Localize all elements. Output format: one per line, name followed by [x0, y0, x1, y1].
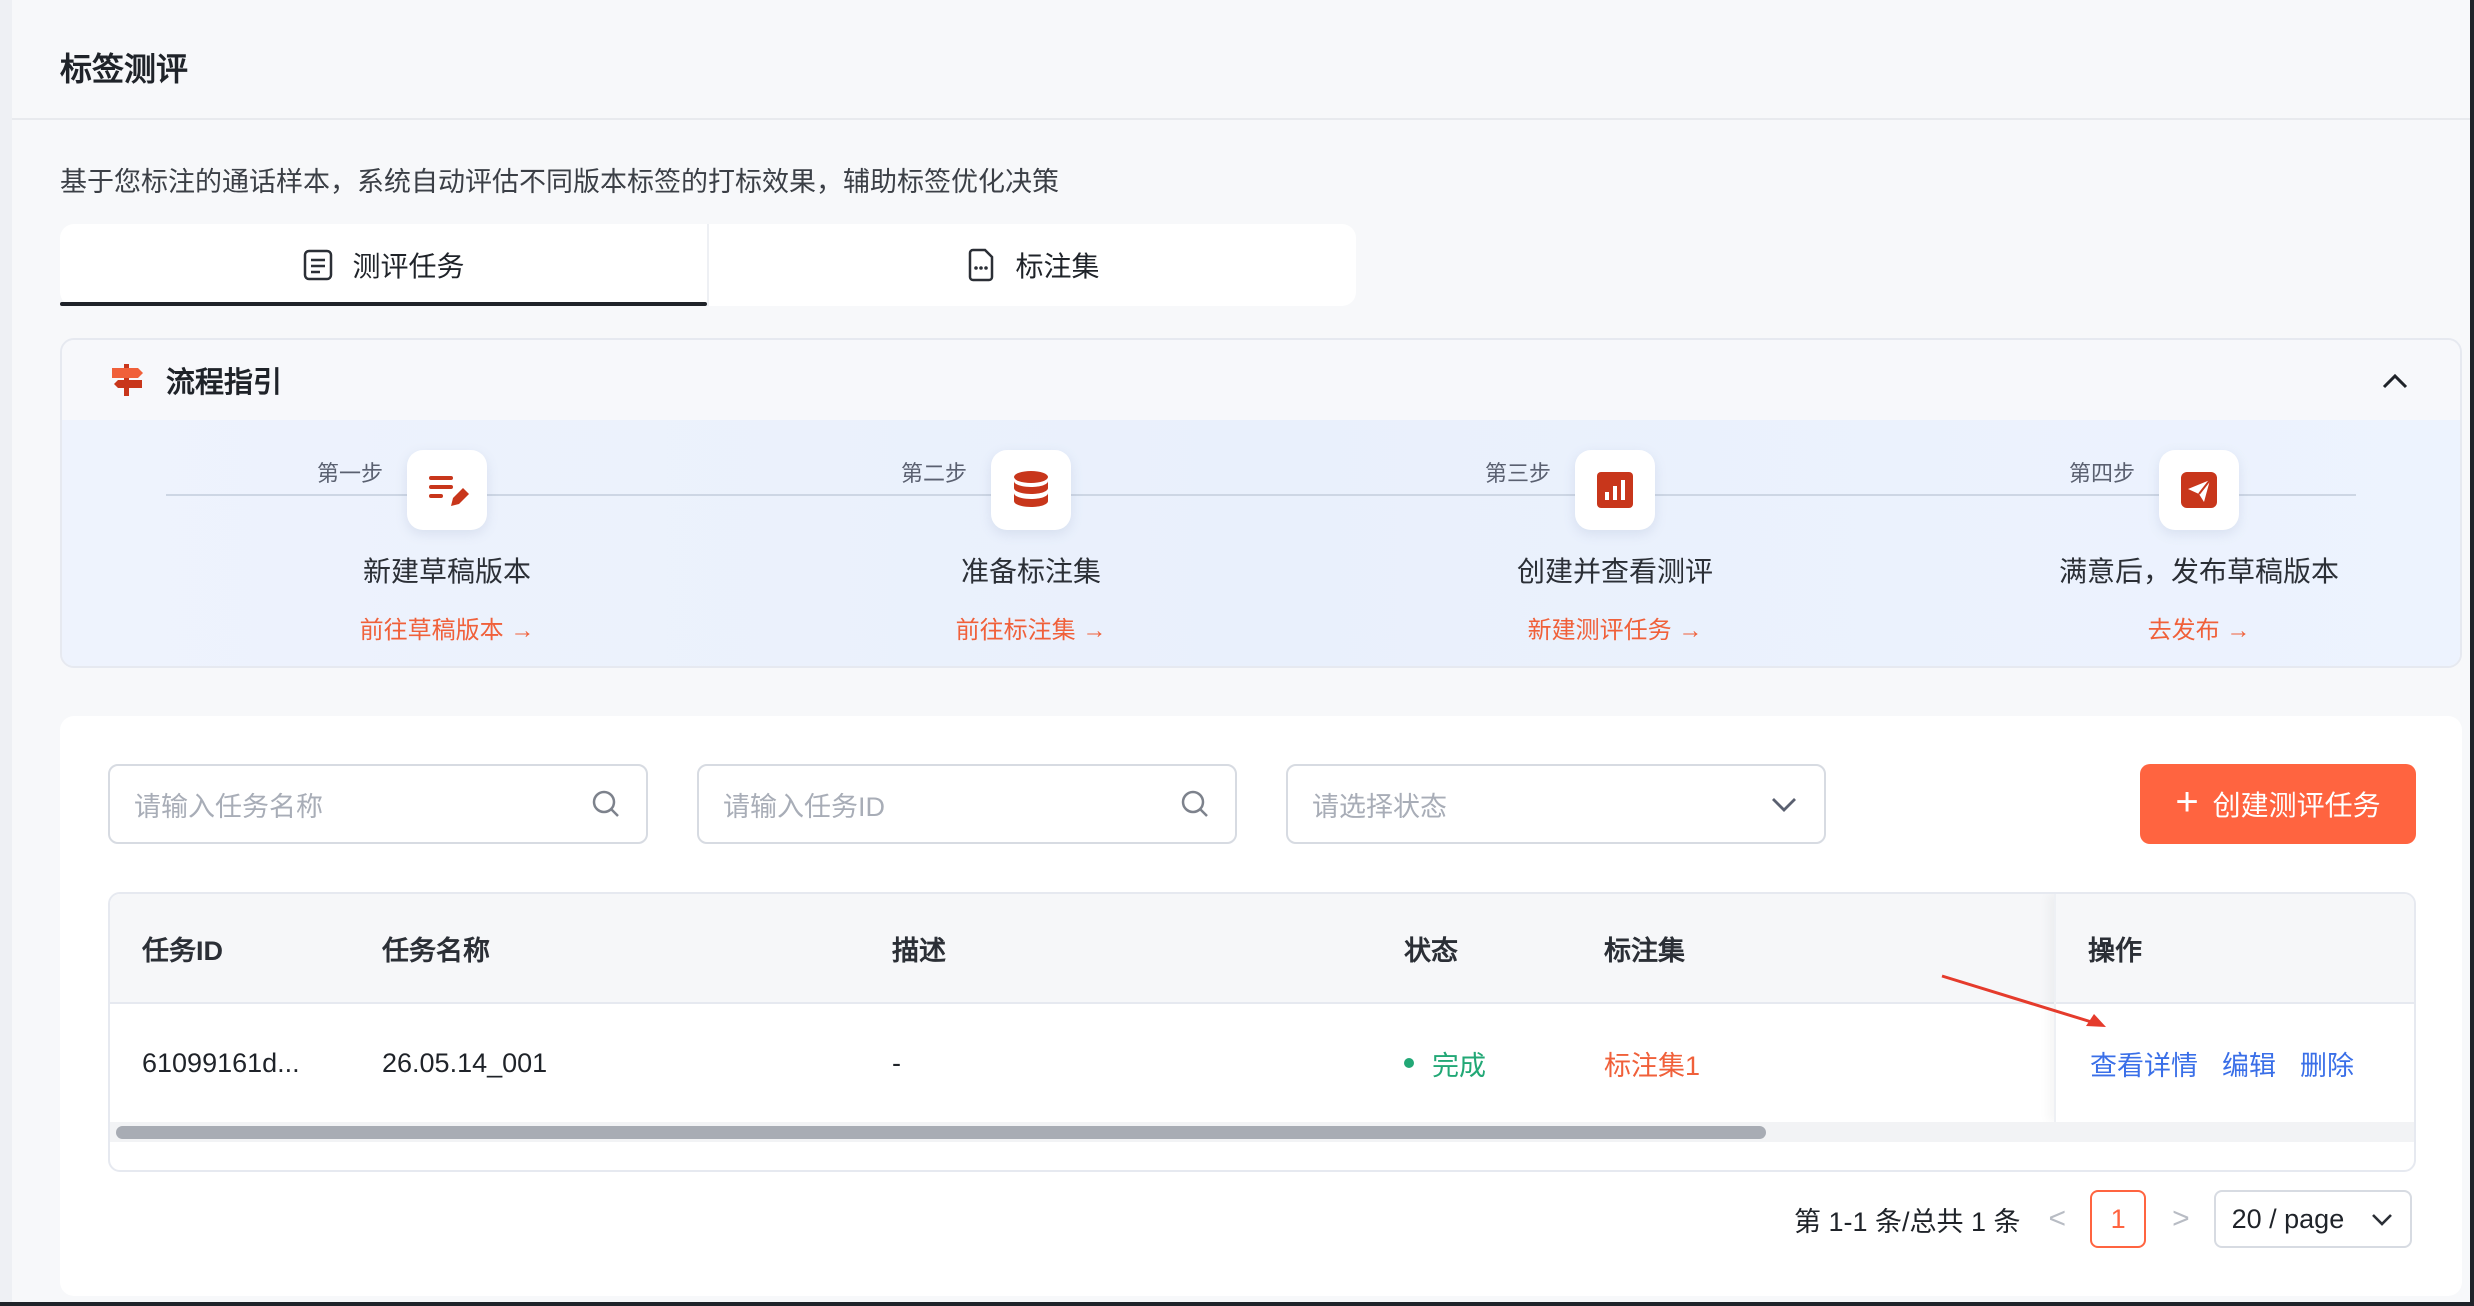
search-icon[interactable]: [590, 788, 622, 820]
chevron-up-icon: [2382, 373, 2408, 389]
page-size-select[interactable]: 20 / page: [2213, 1190, 2412, 1248]
view-details-link[interactable]: 查看详情: [2090, 1044, 2198, 1083]
pagination-summary: 第 1-1 条/总共 1 条: [1794, 1206, 2021, 1237]
tab-bar: 测评任务 标注集: [60, 224, 1356, 306]
col-header-dataset: 标注集: [1604, 935, 1685, 966]
status-cell: 完成: [1404, 1004, 1486, 1122]
page-title: 标签测评: [60, 51, 189, 87]
right-edge: [2470, 0, 2474, 1306]
tab-annotation-sets[interactable]: 标注集: [707, 224, 1356, 306]
file-dots-icon: [965, 248, 997, 282]
col-header-id: 任务ID: [142, 935, 223, 966]
step-link-new-task[interactable]: 新建测评任务 →: [1355, 610, 1875, 645]
horizontal-scrollbar[interactable]: [110, 1122, 2414, 1142]
next-page-button[interactable]: >: [2172, 1202, 2190, 1236]
plus-icon: +: [2175, 780, 2199, 824]
delete-link[interactable]: 删除: [2300, 1044, 2354, 1083]
status-dot-icon: [1404, 1058, 1414, 1068]
status-badge: 完成: [1432, 1050, 1486, 1081]
header-bar: 标签测评: [12, 0, 2470, 120]
create-evaluation-task-button[interactable]: + 创建测评任务: [2140, 764, 2416, 844]
bottom-edge: [0, 1302, 2474, 1306]
col-header-name: 任务名称: [382, 935, 490, 966]
task-desc-cell: -: [892, 1047, 901, 1078]
prev-page-button[interactable]: <: [2049, 1202, 2067, 1236]
step-3: 第三步 创建并查看测评 新建测评任务 →: [1355, 420, 1875, 666]
chevron-down-icon: [2371, 1214, 2392, 1226]
guide-steps: 第一步 新建草稿版本 前往草稿版本 → 第二步 准备标注集 前往标注集 → 第三…: [62, 420, 2460, 666]
search-icon[interactable]: [1179, 788, 1211, 820]
step-link-publish[interactable]: 去发布 →: [1939, 610, 2459, 645]
tab-label: 标注集: [1015, 251, 1100, 282]
step-name: 满意后，发布草稿版本: [2058, 556, 2339, 587]
task-table: 任务ID 任务名称 描述 状态 标注集 61099161d... 26.05.1…: [108, 892, 2416, 1172]
status-select[interactable]: 请选择状态: [1286, 764, 1826, 844]
step-name: 准备标注集: [960, 556, 1101, 587]
edit-list-icon: [407, 450, 487, 530]
step-2: 第二步 准备标注集 前往标注集 →: [771, 420, 1291, 666]
step-link-datasets[interactable]: 前往标注集 →: [771, 610, 1291, 645]
col-header-desc: 描述: [892, 935, 946, 966]
left-edge: [0, 0, 12, 1306]
placeholder-text: 请输入任务名称: [134, 791, 323, 822]
task-name-search-input[interactable]: 请输入任务名称: [108, 764, 648, 844]
col-header-status: 状态: [1404, 935, 1458, 966]
pagination: 第 1-1 条/总共 1 条 < 1 > 20 / page: [1794, 1190, 2412, 1248]
placeholder-text: 请选择状态: [1312, 791, 1447, 822]
scrollbar-thumb[interactable]: [116, 1126, 1766, 1139]
step-name: 新建草稿版本: [362, 556, 531, 587]
step-1: 第一步 新建草稿版本 前往草稿版本 →: [187, 420, 707, 666]
bar-chart-icon: [1575, 450, 1655, 530]
signpost-icon: [110, 362, 146, 398]
step-label: 第二步: [901, 461, 968, 486]
tab-label: 测评任务: [352, 251, 465, 282]
guide-title: 流程指引: [166, 367, 283, 399]
task-name-cell: 26.05.14_001: [382, 1047, 548, 1078]
page-1-button[interactable]: 1: [2090, 1190, 2147, 1248]
step-label: 第四步: [2069, 461, 2136, 486]
step-link-drafts[interactable]: 前往草稿版本 →: [187, 610, 707, 645]
list-doc-icon: [302, 248, 334, 282]
step-4: 第四步 满意后，发布草稿版本 去发布 →: [1939, 420, 2459, 666]
step-name: 创建并查看测评: [1516, 556, 1713, 587]
step-label: 第三步: [1485, 461, 1552, 486]
task-id-search-input[interactable]: 请输入任务ID: [697, 764, 1237, 844]
database-icon: [991, 450, 1071, 530]
dataset-link[interactable]: 标注集1: [1604, 1004, 1700, 1122]
chevron-down-icon: [1768, 788, 1800, 820]
edit-link[interactable]: 编辑: [2222, 1044, 2276, 1083]
collapse-button[interactable]: [2380, 366, 2410, 396]
process-guide: 流程指引 第一步 新建草稿版本 前往草稿版本 → 第二步 准备标注集 前往标注集…: [60, 338, 2462, 668]
page-size-value: 20 / page: [2231, 1203, 2345, 1234]
send-icon: [2159, 450, 2239, 530]
page-subtitle: 基于您标注的通话样本，系统自动评估不同版本标签的打标效果，辅助标签优化决策: [60, 167, 1059, 197]
placeholder-text: 请输入任务ID: [723, 791, 885, 822]
step-label: 第一步: [317, 461, 384, 486]
guide-header: 流程指引: [62, 340, 2460, 420]
button-label: 创建测评任务: [2212, 790, 2381, 821]
task-id-cell: 61099161d...: [142, 1047, 300, 1078]
annotation-arrow-icon: [1941, 974, 2106, 1027]
tab-evaluation-tasks[interactable]: 测评任务: [60, 224, 707, 306]
